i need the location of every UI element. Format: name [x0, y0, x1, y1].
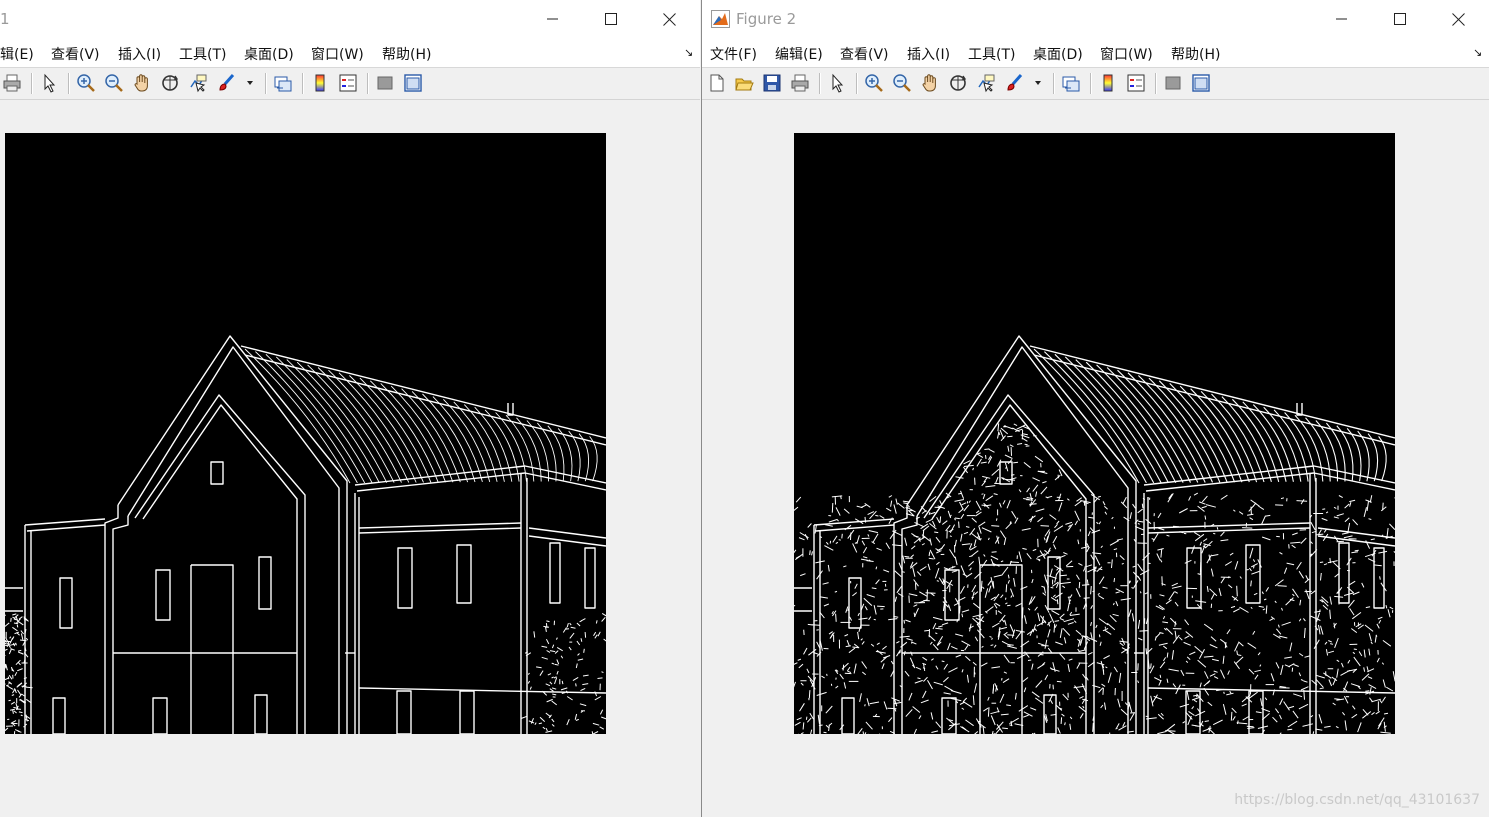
zoom-in-icon[interactable]	[864, 73, 884, 93]
close-icon	[662, 12, 676, 26]
maximize-icon	[1394, 13, 1406, 25]
data-cursor-icon[interactable]	[188, 73, 208, 93]
save-icon[interactable]	[762, 73, 782, 93]
window-title: 1	[0, 10, 10, 28]
matlab-logo-icon	[711, 10, 730, 32]
colorbar-icon[interactable]	[1098, 73, 1118, 93]
window-title: Figure 2	[736, 10, 797, 28]
menu-insert[interactable]: 插入(I)	[118, 44, 161, 64]
minimize-button[interactable]	[524, 0, 582, 38]
toolbar-separator	[819, 73, 821, 94]
toolbar-separator	[302, 73, 304, 94]
close-button[interactable]	[640, 0, 698, 38]
toolbar-separator	[68, 73, 70, 94]
close-icon	[1451, 12, 1465, 26]
close-button[interactable]	[1429, 0, 1487, 38]
maximize-button[interactable]	[1371, 0, 1429, 38]
toolbar-separator	[1090, 73, 1092, 94]
menu-help[interactable]: 帮助(H)	[382, 44, 431, 64]
pan-hand-icon[interactable]	[132, 73, 152, 93]
menu-window[interactable]: 窗口(W)	[1100, 44, 1153, 64]
legend-icon[interactable]	[338, 73, 358, 93]
zoom-in-icon[interactable]	[76, 73, 96, 93]
link-plot-icon[interactable]	[273, 73, 293, 93]
menu-bar: 辑(E) 查看(V) 插入(I) 工具(T) 桌面(D) 窗口(W) 帮助(H)…	[0, 38, 700, 68]
axes-image-1[interactable]	[5, 133, 606, 734]
title-bar[interactable]: 1	[0, 0, 700, 38]
zoom-out-icon[interactable]	[892, 73, 912, 93]
minimize-icon	[547, 18, 558, 20]
figure-toolbar	[0, 68, 700, 100]
pointer-icon[interactable]	[39, 73, 59, 93]
legend-icon[interactable]	[1126, 73, 1146, 93]
hide-plot-tools-icon[interactable]	[375, 73, 395, 93]
rotate-3d-icon[interactable]	[948, 73, 968, 93]
figure-window-2: Figure 2 文件(F) 编辑(E) 查看(V) 插入(I) 工具(T) 桌…	[701, 0, 1489, 817]
menu-edit[interactable]: 辑(E)	[0, 44, 34, 64]
show-plot-tools-icon[interactable]	[403, 73, 423, 93]
print-icon[interactable]	[790, 73, 810, 93]
menu-insert[interactable]: 插入(I)	[907, 44, 950, 64]
toolbar-separator	[367, 73, 369, 94]
brush-dropdown-icon[interactable]	[244, 73, 256, 93]
menu-desktop[interactable]: 桌面(D)	[244, 44, 294, 64]
maximize-icon	[605, 13, 617, 25]
pan-hand-icon[interactable]	[920, 73, 940, 93]
print-icon[interactable]	[2, 73, 22, 93]
figure-toolbar	[702, 68, 1489, 100]
open-file-icon[interactable]	[734, 73, 754, 93]
show-plot-tools-icon[interactable]	[1191, 73, 1211, 93]
dock-arrow-icon[interactable]: ↘	[1473, 46, 1482, 59]
menu-bar: 文件(F) 编辑(E) 查看(V) 插入(I) 工具(T) 桌面(D) 窗口(W…	[702, 38, 1489, 68]
pointer-icon[interactable]	[827, 73, 847, 93]
menu-file[interactable]: 文件(F)	[710, 44, 757, 64]
edge-image-1	[5, 335, 606, 734]
colorbar-icon[interactable]	[310, 73, 330, 93]
menu-desktop[interactable]: 桌面(D)	[1033, 44, 1083, 64]
brush-icon[interactable]	[1004, 73, 1024, 93]
menu-tools[interactable]: 工具(T)	[179, 44, 226, 64]
brush-dropdown-icon[interactable]	[1032, 73, 1044, 93]
toolbar-separator	[265, 73, 267, 94]
toolbar-separator	[31, 73, 33, 94]
minimize-button[interactable]	[1313, 0, 1371, 38]
zoom-out-icon[interactable]	[104, 73, 124, 93]
watermark-text: https://blog.csdn.net/qq_43101637	[1234, 792, 1480, 808]
figure-window-1: 1 辑(E) 查看(V) 插入(I) 工具(T) 桌面(D) 窗口(W) 帮助(…	[0, 0, 700, 817]
menu-tools[interactable]: 工具(T)	[968, 44, 1015, 64]
menu-view[interactable]: 查看(V)	[51, 44, 100, 64]
axes-image-2[interactable]	[794, 133, 1395, 734]
menu-edit[interactable]: 编辑(E)	[775, 44, 823, 64]
data-cursor-icon[interactable]	[976, 73, 996, 93]
brush-icon[interactable]	[216, 73, 236, 93]
menu-view[interactable]: 查看(V)	[840, 44, 889, 64]
toolbar-separator	[1155, 73, 1157, 94]
new-figure-icon[interactable]	[706, 73, 726, 93]
link-plot-icon[interactable]	[1061, 73, 1081, 93]
edge-image-2	[794, 335, 1395, 734]
maximize-button[interactable]	[582, 0, 640, 38]
menu-window[interactable]: 窗口(W)	[311, 44, 364, 64]
title-bar[interactable]: Figure 2	[702, 0, 1489, 38]
minimize-icon	[1336, 18, 1347, 20]
dock-arrow-icon[interactable]: ↘	[684, 46, 693, 59]
menu-help[interactable]: 帮助(H)	[1171, 44, 1220, 64]
toolbar-separator	[856, 73, 858, 94]
hide-plot-tools-icon[interactable]	[1163, 73, 1183, 93]
toolbar-separator	[1053, 73, 1055, 94]
rotate-3d-icon[interactable]	[160, 73, 180, 93]
